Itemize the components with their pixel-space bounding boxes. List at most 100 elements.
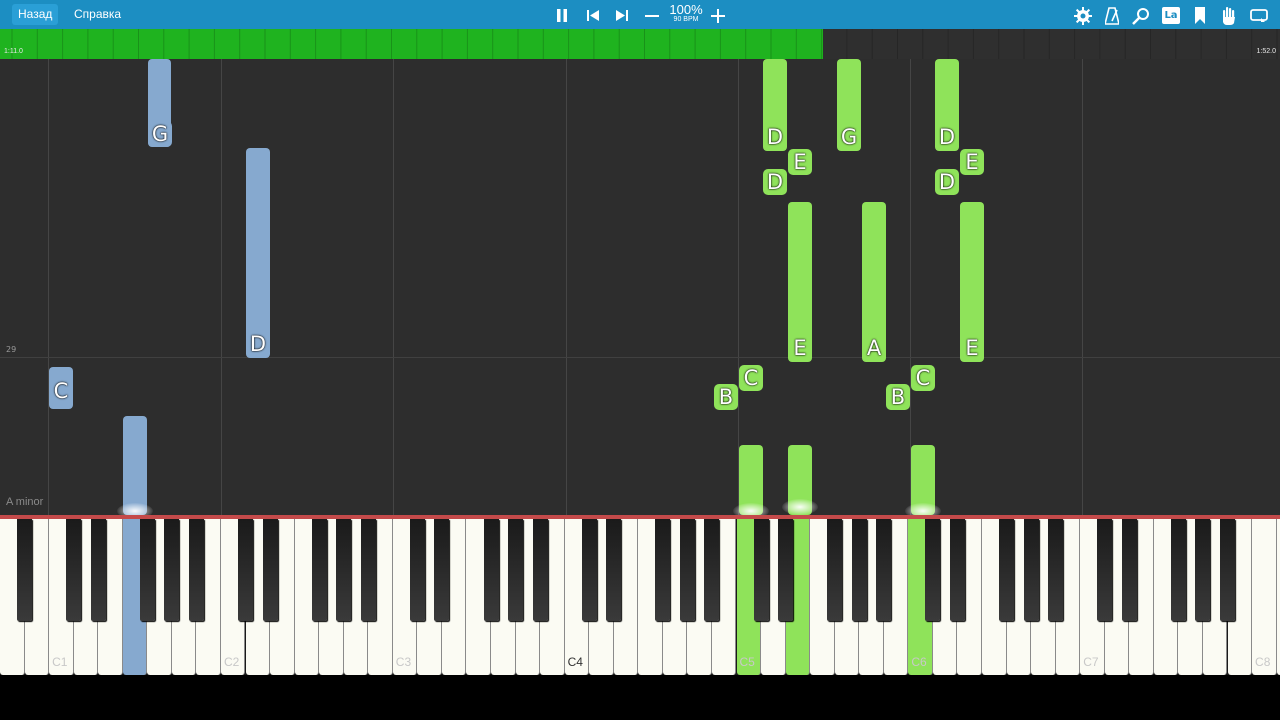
black-key[interactable] xyxy=(999,519,1015,621)
black-key[interactable] xyxy=(1048,519,1064,621)
la-label: La xyxy=(1162,7,1180,24)
black-key[interactable] xyxy=(949,519,965,621)
note-label: D xyxy=(935,169,959,195)
note-label: D xyxy=(763,169,787,195)
black-key[interactable] xyxy=(1097,519,1113,621)
metronome-icon[interactable] xyxy=(1101,0,1123,29)
white-key[interactable] xyxy=(1252,519,1277,675)
la-icon[interactable]: La xyxy=(1160,0,1182,29)
octave-label: C6 xyxy=(911,655,927,669)
note-bar xyxy=(246,148,270,358)
grid-line xyxy=(393,59,394,515)
black-key[interactable] xyxy=(238,519,253,621)
note-label: C xyxy=(49,378,73,404)
black-key[interactable] xyxy=(17,519,33,621)
note-glow xyxy=(733,503,769,515)
black-key[interactable] xyxy=(262,519,278,621)
current-time: 1:11.0 xyxy=(4,48,23,55)
black-key[interactable] xyxy=(753,519,769,621)
note-label: G xyxy=(148,121,172,147)
black-key[interactable] xyxy=(876,519,892,621)
note-label: D xyxy=(246,331,270,357)
black-key[interactable] xyxy=(336,519,352,621)
black-key[interactable] xyxy=(1195,519,1211,621)
black-key[interactable] xyxy=(360,519,376,621)
octave-label: C3 xyxy=(395,655,412,669)
tempo-bpm: 90 BPM xyxy=(673,16,699,23)
black-key[interactable] xyxy=(1220,519,1235,621)
black-key[interactable] xyxy=(925,519,941,621)
note-label: C xyxy=(739,365,763,391)
piano-keyboard[interactable]: C1 C2 C3 C4 C5 C6 C7 C8 xyxy=(0,519,1280,675)
octave-label: C8 xyxy=(1255,655,1271,669)
note-label: E xyxy=(788,335,812,361)
pause-icon[interactable] xyxy=(552,0,572,29)
toolbar: Назад Справка 100% 90 BPM La xyxy=(0,0,1280,29)
plus-icon[interactable] xyxy=(708,0,728,29)
progress-bar[interactable]: 1:11.0 1:52.0 xyxy=(0,29,1280,59)
note-label: G xyxy=(837,124,861,150)
black-key[interactable] xyxy=(139,519,155,621)
note-label: D xyxy=(763,124,787,150)
octave-label: C2 xyxy=(223,655,240,669)
octave-label: C7 xyxy=(1083,655,1099,669)
skip-back-icon[interactable] xyxy=(583,0,603,29)
skip-forward-icon[interactable] xyxy=(612,0,632,29)
piano-roll: 29 A minor G D C D G D E E D D E A E C C… xyxy=(0,59,1280,515)
black-key[interactable] xyxy=(1170,519,1186,621)
black-key[interactable] xyxy=(90,519,106,621)
help-button[interactable]: Справка xyxy=(68,4,127,25)
grid-line xyxy=(221,59,222,515)
bookmark-icon[interactable] xyxy=(1190,0,1210,29)
black-key[interactable] xyxy=(827,519,843,621)
black-key[interactable] xyxy=(188,519,204,621)
black-key[interactable] xyxy=(606,519,622,621)
note-label: E xyxy=(788,149,812,175)
black-key[interactable] xyxy=(581,519,597,621)
tempo-percent: 100% xyxy=(669,2,703,17)
note-label: C xyxy=(911,365,935,391)
loop-icon[interactable] xyxy=(1247,0,1271,29)
hand-icon[interactable] xyxy=(1218,0,1240,29)
note-glow xyxy=(905,503,941,515)
black-key[interactable] xyxy=(164,519,180,621)
black-key[interactable] xyxy=(409,519,425,621)
black-key[interactable] xyxy=(434,519,450,621)
note-label: B xyxy=(714,384,738,410)
minus-icon[interactable] xyxy=(642,0,662,29)
grid-line xyxy=(48,59,49,515)
tempo-display: 100% 90 BPM xyxy=(667,3,705,24)
black-key[interactable] xyxy=(1023,519,1039,621)
note-label: A xyxy=(862,335,886,361)
octave-label: C4 xyxy=(567,655,583,669)
grid-line xyxy=(566,59,567,515)
black-key[interactable] xyxy=(508,519,524,621)
black-key[interactable] xyxy=(851,519,867,621)
black-key[interactable] xyxy=(655,519,671,621)
back-button[interactable]: Назад xyxy=(12,4,59,25)
measure-number: 29 xyxy=(6,345,17,354)
note-label: E xyxy=(960,335,984,361)
measure-line xyxy=(0,357,1280,358)
total-time: 1:52.0 xyxy=(1256,48,1276,55)
octave-label: C5 xyxy=(739,655,755,669)
black-key[interactable] xyxy=(66,519,82,621)
black-key[interactable] xyxy=(311,519,327,621)
note-bar xyxy=(123,416,147,515)
octave-label: C1 xyxy=(52,655,68,669)
bottom-bar xyxy=(0,675,1280,720)
black-key[interactable] xyxy=(704,519,720,621)
black-key[interactable] xyxy=(679,519,695,621)
gear-icon[interactable] xyxy=(1072,0,1094,29)
white-key[interactable] xyxy=(1276,519,1280,675)
black-key[interactable] xyxy=(1121,519,1137,621)
magnifier-icon[interactable] xyxy=(1130,0,1152,29)
black-key[interactable] xyxy=(778,519,794,621)
progress-ticks xyxy=(11,29,1278,59)
note-glow xyxy=(117,503,153,515)
note-label: D xyxy=(935,124,959,150)
key-signature: A minor xyxy=(6,496,44,508)
black-key[interactable] xyxy=(483,519,499,621)
black-key[interactable] xyxy=(532,519,548,621)
note-glow xyxy=(782,499,818,515)
